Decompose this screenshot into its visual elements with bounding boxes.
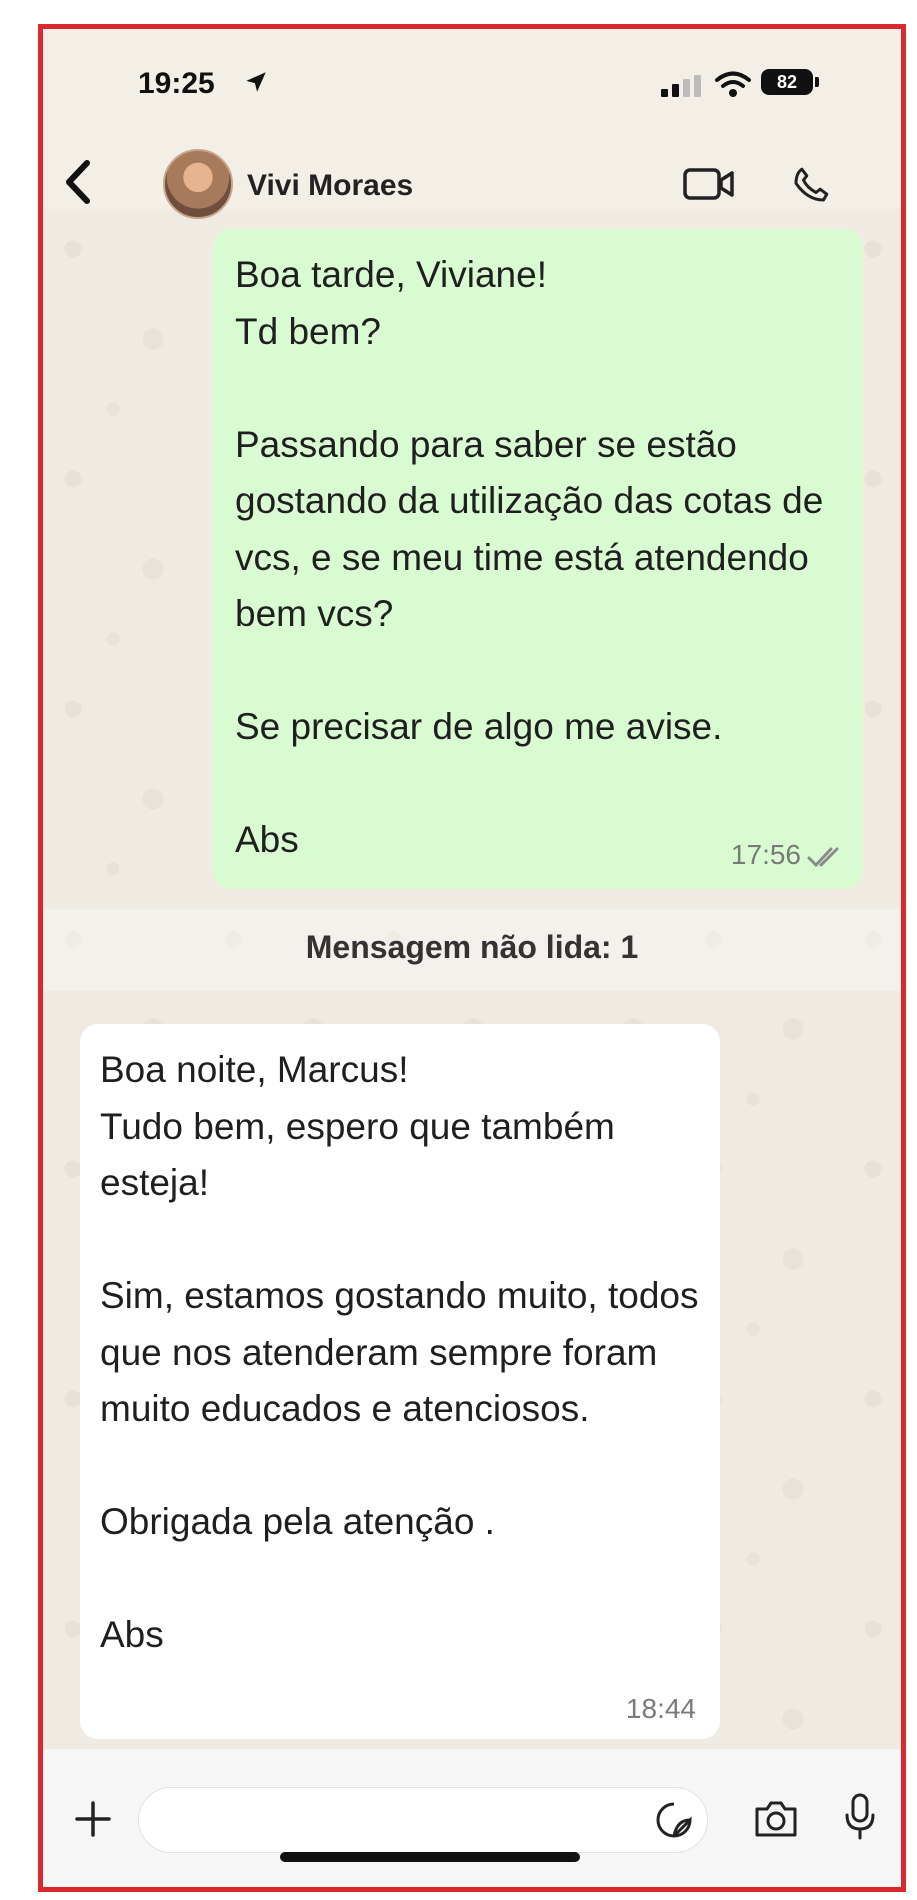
contact-name[interactable]: Vivi Moraes bbox=[247, 169, 413, 203]
microphone-icon[interactable] bbox=[843, 1793, 877, 1841]
video-call-icon[interactable] bbox=[683, 167, 735, 201]
outgoing-message-bubble[interactable]: Boa tarde, Viviane! Td bem? Passando par… bbox=[213, 229, 863, 889]
sticker-icon[interactable] bbox=[655, 1801, 693, 1839]
phone-call-icon[interactable] bbox=[791, 165, 831, 205]
battery-level: 82 bbox=[776, 72, 798, 92]
battery-icon: 82 bbox=[761, 69, 813, 95]
contact-avatar[interactable] bbox=[163, 149, 233, 219]
camera-icon[interactable] bbox=[753, 1799, 799, 1839]
phone-frame: 19:25 82 Vivi Moraes Boa tarde, Viviane!… bbox=[38, 24, 906, 1892]
cellular-signal-icon bbox=[661, 75, 701, 97]
unread-separator: Mensagem não lida: 1 bbox=[305, 929, 639, 965]
status-bar: 19:25 82 bbox=[43, 29, 901, 129]
back-chevron-icon[interactable] bbox=[63, 159, 93, 205]
battery-tip bbox=[815, 77, 819, 87]
double-check-read-icon bbox=[807, 847, 839, 868]
message-text: Boa noite, Marcus! Tudo bem, espero que … bbox=[100, 1049, 699, 1655]
plus-attach-icon[interactable] bbox=[73, 1799, 113, 1839]
message-text: Boa tarde, Viviane! Td bem? Passando par… bbox=[235, 254, 824, 860]
home-indicator bbox=[280, 1852, 580, 1862]
chat-header: Vivi Moraes bbox=[43, 129, 901, 219]
message-time: 17:56 bbox=[730, 839, 801, 870]
wifi-icon bbox=[715, 71, 751, 97]
location-arrow-icon bbox=[246, 72, 266, 92]
incoming-message-bubble[interactable]: Boa noite, Marcus! Tudo bem, espero que … bbox=[80, 1024, 720, 1739]
status-time: 19:25 bbox=[138, 67, 215, 100]
message-input[interactable] bbox=[138, 1787, 708, 1853]
message-time: 18:44 bbox=[625, 1693, 696, 1724]
composer-bar bbox=[43, 1749, 901, 1887]
